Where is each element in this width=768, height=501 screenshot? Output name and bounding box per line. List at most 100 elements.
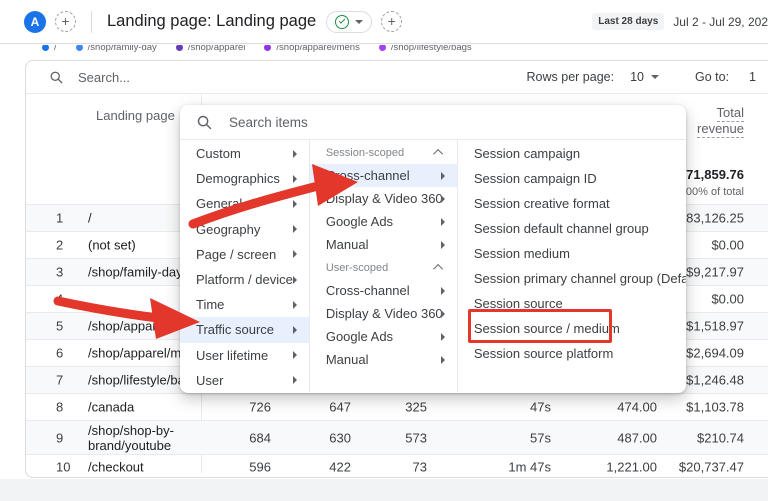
date-range-text: Jul 2 - Jul 29, 202 [673,15,768,29]
search-placeholder: Search... [78,70,130,85]
menu-dimension-item[interactable]: Session campaign [458,141,686,166]
menu-subcategory-item[interactable]: Cross-channel [310,164,457,187]
menu-category-item[interactable]: Traffic source [180,317,309,342]
menu-item-label: Custom [196,146,293,161]
dimension-column-header[interactable]: Landing page [96,108,175,123]
revenue-column-header[interactable]: Total revenue [697,105,744,137]
tab-title[interactable]: Landing page: Landing page [107,12,316,31]
menu-item-label: Traffic source [196,322,293,337]
search-icon [49,70,64,85]
revenue-cell: $1,518.97 [686,319,744,334]
metric-cell: 596 [249,460,271,475]
goto-label: Go to: [695,70,729,84]
legend-dot-icon [42,45,49,51]
menu-dimension-item[interactable]: Session source / medium [458,316,686,341]
metric-cell: 573 [405,430,427,445]
menu-category-item[interactable]: Platform / device [180,267,309,292]
metric-cell: 325 [405,400,427,415]
chevron-right-icon [293,200,297,208]
menu-subcategory-item[interactable]: Display & Video 360 [310,187,457,210]
menu-item-label: Session source platform [474,346,686,361]
legend-label: / [54,45,57,53]
menu-subcategory-item[interactable]: Cross-channel [310,279,457,302]
menu-category-item[interactable]: Demographics [180,166,309,191]
row-index: 1 [56,211,63,226]
table-row[interactable]: 8 /canada 726 647 325 47s 474.00 $1,103.… [26,393,768,420]
menu-category-item[interactable]: User [180,368,309,393]
menu-dimension-item[interactable]: Session primary channel group (Default ( [458,266,686,291]
menu-item-label: Geography [196,222,293,237]
revenue-cell: $83,126.25 [679,211,744,226]
menu-subcategory-item[interactable]: Google Ads [310,325,457,348]
caret-down-icon[interactable] [651,75,659,79]
chevron-right-icon [441,333,445,341]
chevron-right-icon [293,150,297,158]
revenue-cell: $1,246.48 [686,373,744,388]
add-tab-button[interactable]: + [55,11,76,32]
chart-legend: / /shop/family-day /shop/apparel /shop/a… [0,45,768,58]
row-index: 5 [56,319,63,334]
menu-category-item[interactable]: Geography [180,217,309,242]
menu-item-label: General [196,196,293,211]
legend-label: /shop/lifestyle/bags [391,45,472,53]
page-background [0,479,768,501]
dimension-picker-menu: Search items Custom Demographics General… [180,105,686,393]
menu-dimension-item[interactable]: Session source platform [458,341,686,366]
metric-cell: 47s [530,400,551,415]
table-row[interactable]: 9 /shop/shop-by- brand/youtube 684 630 5… [26,420,768,454]
chevron-right-icon [293,276,297,284]
rows-per-page-value[interactable]: 10 [630,70,644,84]
menu-subcategory-item[interactable]: Google Ads [310,210,457,233]
menu-item-label: Session source / medium [474,321,686,336]
row-index: 8 [56,400,63,415]
menu-subcategory-item[interactable]: Display & Video 360 [310,302,457,325]
legend-label: /shop/apparel [188,45,246,53]
menu-category-item[interactable]: Time [180,292,309,317]
menu-group-header[interactable]: User-scoped [310,256,457,279]
table-row[interactable]: 10 /checkout 596 422 73 1m 47s 1,221.00 … [26,454,768,479]
row-index: 6 [56,346,63,361]
menu-item-label: Session default channel group [474,221,686,236]
legend-item: /shop/family-day [76,45,157,53]
menu-column-scopes: Session-scoped Cross-channel Display & V… [310,140,458,392]
menu-dimension-item[interactable]: Session campaign ID [458,166,686,191]
landing-page-cell: /canada [88,400,134,415]
menu-item-label: User lifetime [196,348,293,363]
metric-cell: 1m 47s [508,460,551,475]
menu-item-label: Manual [326,352,441,367]
avatar[interactable]: A [24,11,46,33]
menu-item-label: Session campaign ID [474,171,686,186]
menu-item-label: Session source [474,296,686,311]
menu-category-item[interactable]: Page / screen [180,242,309,267]
menu-search-input[interactable]: Search items [180,105,686,140]
row-index: 7 [56,373,63,388]
metric-cell: 57s [530,430,551,445]
menu-category-item[interactable]: Custom [180,141,309,166]
metric-cell: 684 [249,430,271,445]
menu-dimension-item[interactable]: Session source [458,291,686,316]
goto-page-input[interactable]: 1 [749,70,756,84]
tab-status-dropdown[interactable] [326,11,372,33]
menu-category-item[interactable]: User lifetime [180,343,309,368]
revenue-cell: $20,737.47 [679,460,744,475]
menu-dimension-item[interactable]: Session default channel group [458,216,686,241]
menu-dimension-item[interactable]: Session medium [458,241,686,266]
metric-cell: 474.00 [617,400,657,415]
row-index: 2 [56,238,63,253]
menu-item-label: Google Ads [326,329,441,344]
legend-item: /shop/lifestyle/bags [379,45,472,53]
menu-group-header[interactable]: Session-scoped [310,141,457,164]
revenue-cell: $210.74 [697,430,744,445]
legend-dot-icon [76,45,83,51]
metric-cell: 630 [329,430,351,445]
revenue-cell: $2,694.09 [686,346,744,361]
search-input[interactable]: Search... [49,70,527,85]
menu-subcategory-item[interactable]: Manual [310,348,457,371]
menu-subcategory-item[interactable]: Manual [310,233,457,256]
chevron-right-icon [293,301,297,309]
menu-column-categories: Custom Demographics General Geography Pa… [180,140,310,392]
date-range-control[interactable]: Last 28 days Jul 2 - Jul 29, 202 [592,13,768,30]
menu-category-item[interactable]: General [180,191,309,216]
add-tab-button-2[interactable]: + [381,11,402,32]
menu-dimension-item[interactable]: Session creative format [458,191,686,216]
